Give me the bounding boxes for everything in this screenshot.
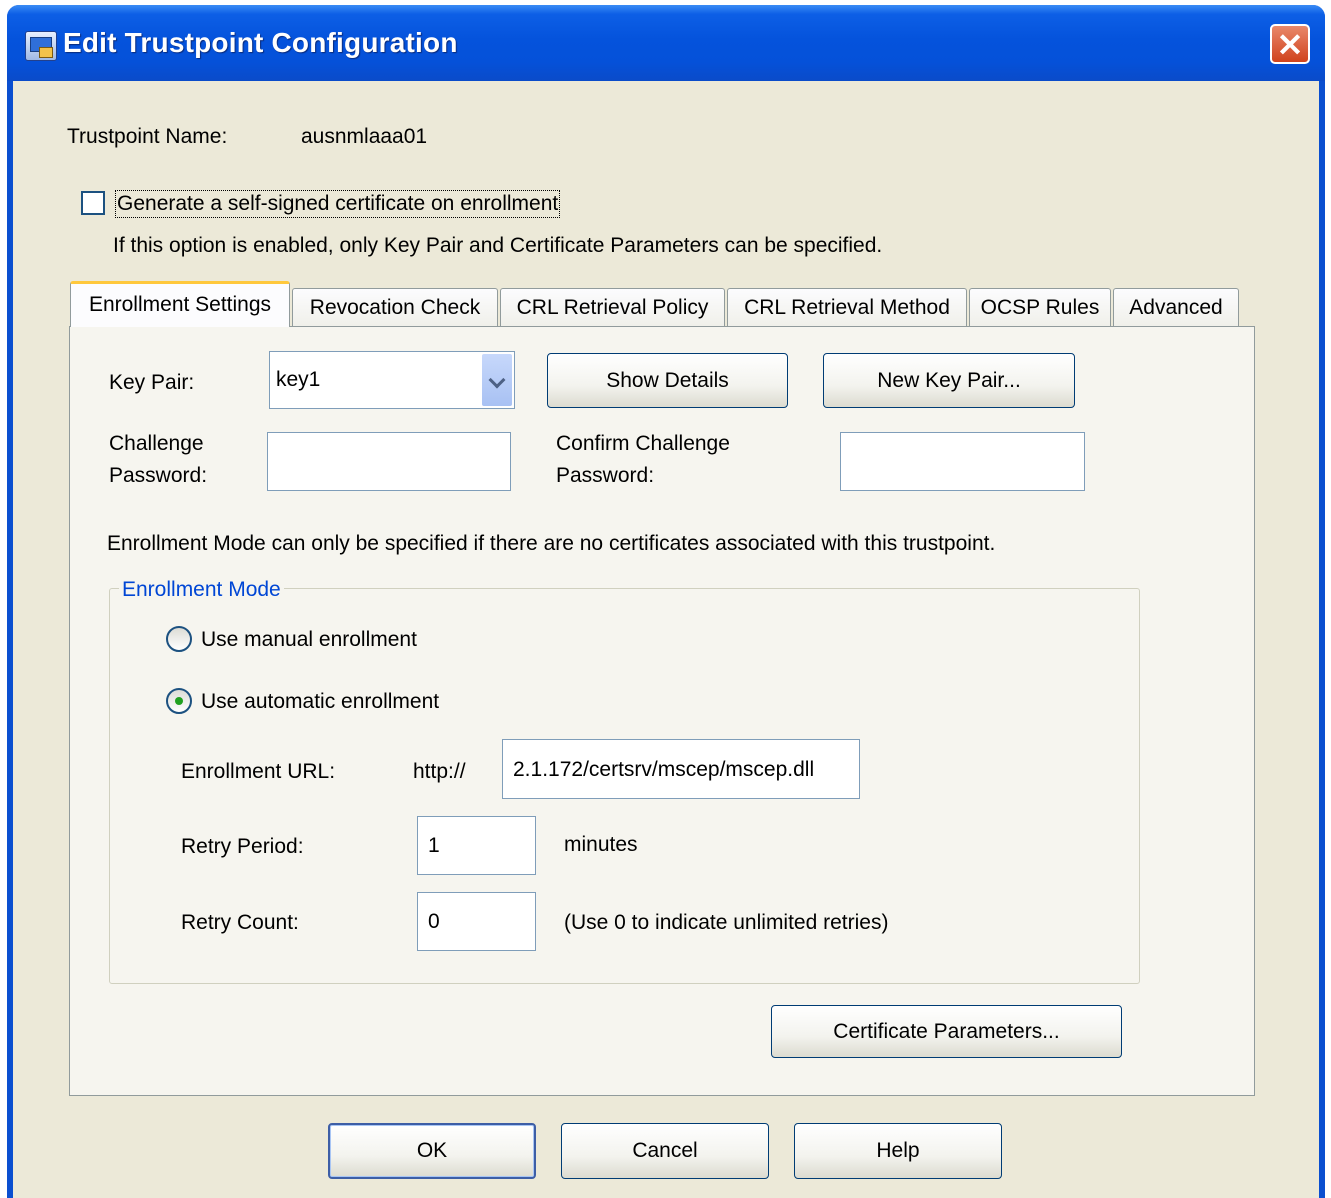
automatic-enrollment-radio[interactable] bbox=[166, 688, 192, 714]
self-signed-checkbox[interactable] bbox=[81, 191, 105, 215]
challenge-password-label-line1: Challenge bbox=[109, 432, 204, 455]
show-details-button[interactable]: Show Details bbox=[547, 353, 788, 408]
app-icon bbox=[25, 31, 57, 61]
window-title: Edit Trustpoint Configuration bbox=[63, 27, 458, 58]
ok-button[interactable]: OK bbox=[328, 1123, 536, 1179]
tab-advanced[interactable]: Advanced bbox=[1113, 288, 1239, 326]
tab-revocation-check[interactable]: Revocation Check bbox=[292, 288, 498, 326]
automatic-enrollment-label[interactable]: Use automatic enrollment bbox=[201, 690, 439, 714]
confirm-password-label-line1: Confirm Challenge bbox=[556, 432, 730, 455]
key-pair-label: Key Pair: bbox=[109, 371, 195, 394]
self-signed-hint: If this option is enabled, only Key Pair… bbox=[113, 234, 883, 257]
dialog-window: Edit Trustpoint Configuration ✕ Trustpoi… bbox=[7, 5, 1325, 1198]
chevron-down-icon[interactable] bbox=[482, 354, 512, 406]
manual-enrollment-label[interactable]: Use manual enrollment bbox=[201, 628, 417, 652]
challenge-password-label-line2: Password: bbox=[109, 464, 208, 487]
key-pair-select[interactable]: key1 bbox=[269, 351, 515, 409]
enrollment-url-prefix: http:// bbox=[413, 760, 466, 783]
trustpoint-name-label: Trustpoint Name: bbox=[67, 125, 228, 148]
retry-period-field[interactable]: 1 bbox=[417, 816, 536, 875]
trustpoint-name-value: ausnmlaaa01 bbox=[301, 125, 428, 148]
close-icon[interactable]: ✕ bbox=[1270, 24, 1310, 64]
retry-period-label: Retry Period: bbox=[181, 835, 304, 858]
confirm-password-label-line2: Password: bbox=[556, 464, 655, 487]
retry-period-unit: minutes bbox=[564, 833, 638, 856]
self-signed-label[interactable]: Generate a self-signed certificate on en… bbox=[114, 190, 561, 218]
challenge-password-field[interactable] bbox=[267, 432, 511, 491]
new-key-pair-button[interactable]: New Key Pair... bbox=[823, 353, 1075, 408]
enrollment-mode-title: Enrollment Mode bbox=[119, 578, 284, 602]
confirm-password-field[interactable] bbox=[840, 432, 1085, 491]
tab-crl-retrieval-policy[interactable]: CRL Retrieval Policy bbox=[500, 288, 725, 326]
enrollment-url-label: Enrollment URL: bbox=[181, 760, 336, 783]
retry-count-label: Retry Count: bbox=[181, 911, 299, 934]
certificate-parameters-button[interactable]: Certificate Parameters... bbox=[771, 1005, 1122, 1058]
key-pair-select-value: key1 bbox=[276, 368, 321, 391]
tab-enrollment-settings[interactable]: Enrollment Settings bbox=[70, 281, 290, 327]
tab-ocsp-rules[interactable]: OCSP Rules bbox=[969, 288, 1111, 326]
tab-crl-retrieval-method[interactable]: CRL Retrieval Method bbox=[727, 288, 967, 326]
help-button[interactable]: Help bbox=[794, 1123, 1002, 1179]
title-bar[interactable]: Edit Trustpoint Configuration ✕ bbox=[7, 5, 1325, 81]
dialog-body: Trustpoint Name: ausnmlaaa01 Generate a … bbox=[13, 81, 1319, 1198]
manual-enrollment-radio[interactable] bbox=[166, 626, 192, 652]
cancel-button[interactable]: Cancel bbox=[561, 1123, 769, 1179]
retry-count-hint: (Use 0 to indicate unlimited retries) bbox=[564, 911, 889, 934]
enrollment-url-field[interactable]: 2.1.172/certsrv/mscep/mscep.dll bbox=[502, 739, 860, 799]
retry-count-field[interactable]: 0 bbox=[417, 892, 536, 951]
enrollment-mode-note: Enrollment Mode can only be specified if… bbox=[107, 532, 996, 555]
